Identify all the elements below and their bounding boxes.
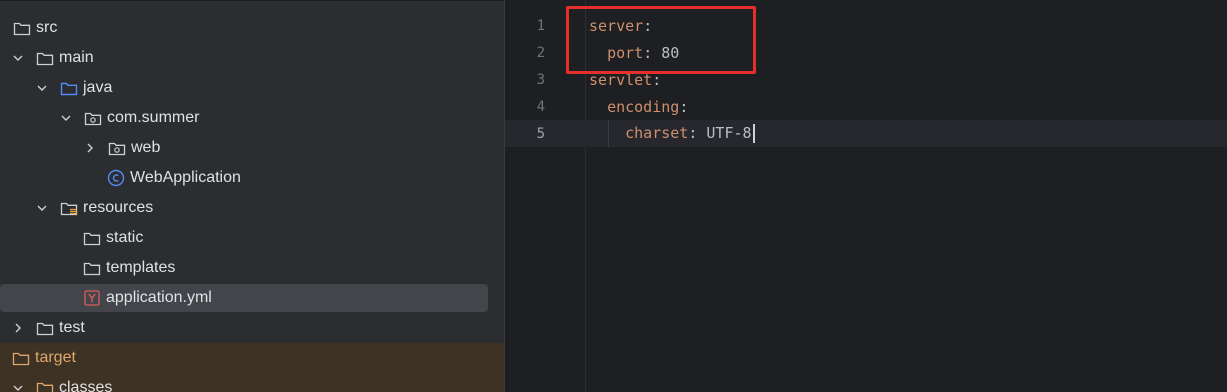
yaml-value: UTF-8 xyxy=(706,124,752,142)
tree-item-label: com.summer xyxy=(107,109,200,126)
tree-item-java[interactable]: java xyxy=(0,73,504,103)
code-text[interactable]: encoding: xyxy=(589,98,688,116)
excluded-folder-icon xyxy=(36,380,54,392)
resources-folder-icon xyxy=(60,200,78,216)
tree-item-label: resources xyxy=(83,199,154,216)
folder-icon xyxy=(13,20,31,36)
tree-item-label: test xyxy=(59,319,85,336)
line-number: 2 xyxy=(536,44,545,61)
tree-item-application-yml[interactable]: application.yml xyxy=(0,283,504,313)
folder-icon xyxy=(36,320,54,336)
selection-highlight xyxy=(0,284,488,312)
tree-item-main[interactable]: main xyxy=(0,43,504,73)
tree-item-test[interactable]: test xyxy=(0,313,504,343)
line-number: 5 xyxy=(536,125,545,142)
tree-item-classes[interactable]: classes xyxy=(0,373,504,392)
tree-item-label: src xyxy=(36,19,58,36)
line-number: 3 xyxy=(536,71,545,88)
indent-guide xyxy=(608,120,609,147)
chevron-right-icon[interactable] xyxy=(84,142,96,154)
line-number: 1 xyxy=(536,17,545,34)
class-icon xyxy=(107,169,125,187)
tree-item-label: application.yml xyxy=(106,289,212,306)
chevron-down-icon[interactable] xyxy=(12,382,24,392)
chevron-down-icon[interactable] xyxy=(12,52,24,64)
chevron-down-icon[interactable] xyxy=(36,82,48,94)
excluded-folder-icon xyxy=(12,350,30,366)
folder-icon xyxy=(83,260,101,276)
text-caret xyxy=(752,124,755,143)
annotation-highlight-box xyxy=(566,6,756,74)
code-editor[interactable]: 1 server: 2 port: 80 3 servlet: 4 encodi… xyxy=(504,0,1227,392)
tree-item-web[interactable]: web xyxy=(0,133,504,163)
tree-item-label: static xyxy=(106,229,144,246)
yaml-separator: : xyxy=(688,124,707,142)
tree-item-label: classes xyxy=(59,379,113,392)
chevron-down-icon[interactable] xyxy=(36,202,48,214)
yaml-key: charset xyxy=(625,124,689,142)
code-line-current[interactable]: 5 charset: UTF-8 xyxy=(505,120,1227,147)
package-icon xyxy=(108,140,126,156)
tree-item-static[interactable]: static xyxy=(0,223,504,253)
yaml-separator: : xyxy=(679,97,689,116)
tree-item-label: java xyxy=(83,79,113,96)
tree-item-resources[interactable]: resources xyxy=(0,193,504,223)
project-tree: src main java com.summer web WebApplicat… xyxy=(0,0,504,392)
tree-item-src[interactable]: src xyxy=(0,13,504,43)
tree-item-label: target xyxy=(35,349,76,366)
line-number: 4 xyxy=(536,98,545,115)
tree-item-label: WebApplication xyxy=(130,169,241,186)
source-folder-icon xyxy=(60,80,78,96)
tree-item-com-summer[interactable]: com.summer xyxy=(0,103,504,133)
folder-icon xyxy=(36,50,54,66)
code-line[interactable]: 4 encoding: xyxy=(505,93,1227,120)
yaml-key: encoding xyxy=(607,97,680,116)
yaml-file-icon xyxy=(83,290,101,306)
chevron-down-icon[interactable] xyxy=(60,112,72,124)
tree-item-label: templates xyxy=(106,259,176,276)
ide-window: src main java com.summer web WebApplicat… xyxy=(0,0,1227,392)
package-icon xyxy=(84,110,102,126)
tree-item-label: web xyxy=(131,139,161,156)
tree-item-templates[interactable]: templates xyxy=(0,253,504,283)
folder-icon xyxy=(83,230,101,246)
tree-item-webapplication[interactable]: WebApplication xyxy=(0,163,504,193)
code-text[interactable]: charset: UTF-8 xyxy=(589,124,755,143)
chevron-right-icon[interactable] xyxy=(12,322,24,334)
tree-item-target[interactable]: target xyxy=(0,343,504,373)
tree-item-label: main xyxy=(59,49,94,66)
